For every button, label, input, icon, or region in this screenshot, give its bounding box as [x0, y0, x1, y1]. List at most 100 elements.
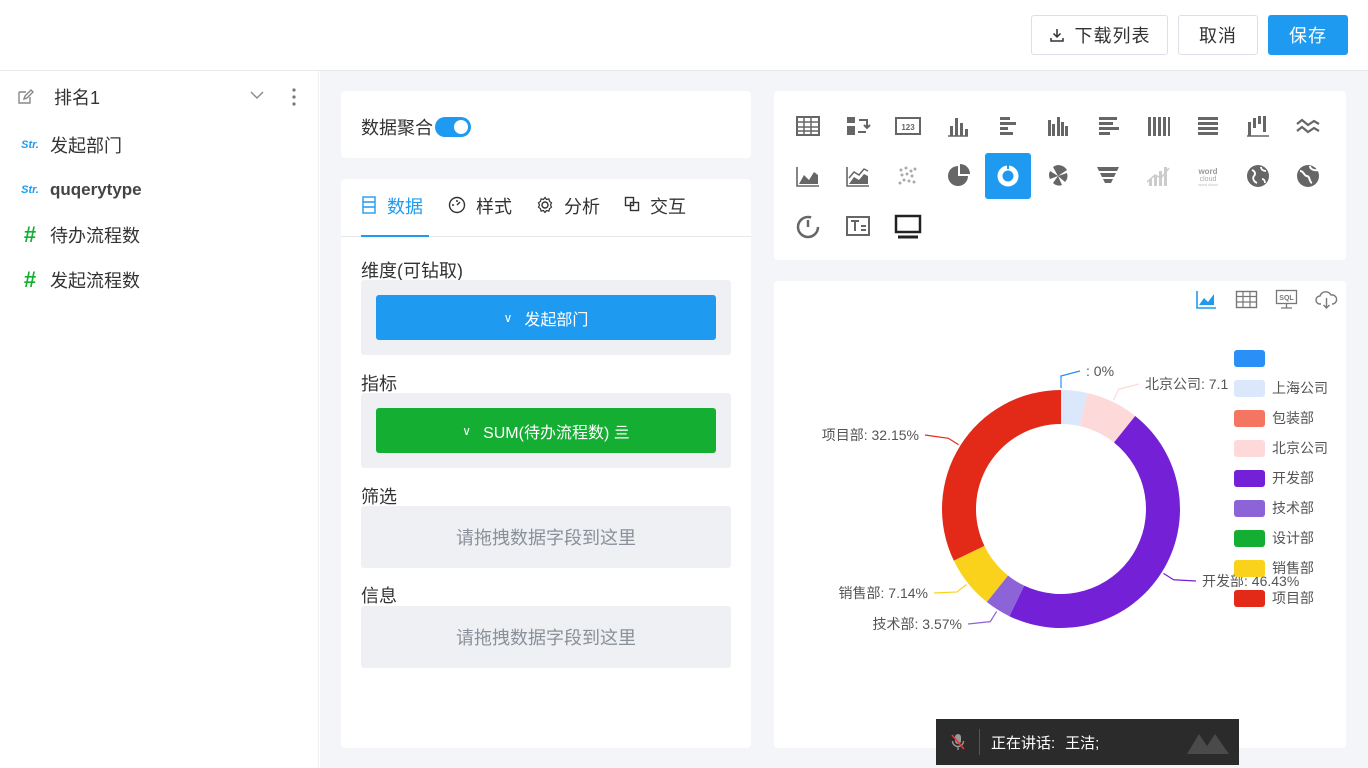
chart-type-rose-icon[interactable] — [1035, 153, 1081, 199]
field-label: 发起部门 — [50, 136, 122, 156]
legend-swatch — [1234, 529, 1265, 547]
chart-type-waterfall-icon[interactable] — [1235, 103, 1281, 149]
legend-swatch — [1234, 499, 1265, 517]
chart-legend: 上海公司包装部北京公司开发部技术部设计部销售部项目部 — [1234, 348, 1344, 678]
chart-type-gauge-icon[interactable] — [785, 203, 831, 249]
top-toolbar: 下载列表 取消 保存 — [0, 0, 1368, 71]
chart-type-stacked-area-icon[interactable] — [835, 153, 881, 199]
field-item[interactable]: # 发起流程数 — [0, 260, 319, 300]
legend-swatch — [1234, 439, 1265, 457]
info-dropzone[interactable]: 请拖拽数据字段到这里 — [361, 606, 731, 668]
dataset-title: 排名1 — [54, 88, 101, 108]
filter-dropzone[interactable]: 请拖拽数据字段到这里 — [361, 506, 731, 568]
chart-type-pivot-table-icon[interactable] — [835, 103, 881, 149]
label-line — [1112, 383, 1140, 401]
data-icon — [362, 196, 376, 214]
main-area: 数据聚合 数据 样式 分析 交互 维度(可钻取) ∨ 发起部门 指标 ∨ SUM… — [320, 71, 1368, 768]
speaker-name: 王洁; — [1065, 734, 1100, 752]
tab-interaction[interactable]: 交互 — [624, 193, 686, 237]
download-icon — [1049, 29, 1064, 42]
tab-data[interactable]: 数据 — [361, 193, 429, 237]
legend-swatch — [1234, 379, 1265, 397]
donut-slice[interactable] — [1009, 415, 1181, 628]
legend-item[interactable]: 开发部 — [1234, 468, 1314, 488]
chevron-down-icon[interactable]: ∨ — [462, 424, 471, 438]
legend-swatch — [1234, 589, 1265, 607]
legend-item[interactable]: 技术部 — [1234, 498, 1314, 518]
chart-type-word-cloud-icon[interactable]: word cloud word cloud — [1185, 153, 1231, 199]
mic-muted-icon[interactable] — [936, 729, 980, 755]
cancel-button[interactable]: 取消 — [1178, 15, 1258, 55]
chart-type-percent-bar-icon[interactable] — [1185, 103, 1231, 149]
chart-type-scatter-icon[interactable] — [885, 153, 931, 199]
dimension-pill[interactable]: ∨ 发起部门 — [376, 295, 716, 340]
chevron-down-icon[interactable] — [249, 87, 265, 108]
legend-item[interactable]: 设计部 — [1234, 528, 1314, 548]
download-list-button[interactable]: 下载列表 — [1031, 15, 1168, 55]
tab-label: 交互 — [650, 197, 686, 217]
metric-pill[interactable]: ∨ SUM(待办流程数) 亖 — [376, 408, 716, 453]
tab-analysis[interactable]: 分析 — [536, 193, 600, 237]
chart-type-dual-line-icon[interactable] — [1285, 103, 1331, 149]
chart-type-grouped-column-icon[interactable] — [1035, 103, 1081, 149]
style-icon — [448, 196, 466, 214]
info-placeholder: 请拖拽数据字段到这里 — [456, 628, 636, 648]
aggregation-toggle[interactable] — [435, 117, 471, 137]
legend-item[interactable] — [1234, 348, 1272, 368]
chart-type-screen-icon[interactable] — [885, 203, 931, 249]
slice-label: : 0% — [1086, 363, 1114, 379]
chart-type-area-icon[interactable] — [785, 153, 831, 199]
dimension-dropzone[interactable]: ∨ 发起部门 — [361, 280, 731, 355]
chart-type-number-card-icon[interactable]: 123 — [885, 103, 931, 149]
chart-type-table-icon[interactable] — [785, 103, 831, 149]
chart-type-stacked-bar-icon[interactable] — [1085, 103, 1131, 149]
svg-text:word cloud: word cloud — [1198, 182, 1217, 187]
chart-type-text-icon[interactable] — [835, 203, 881, 249]
download-list-label: 下载列表 — [1074, 26, 1151, 46]
legend-item[interactable]: 上海公司 — [1234, 378, 1328, 398]
chart-type-bar-icon[interactable] — [985, 103, 1031, 149]
field-item[interactable]: Str. 发起部门 — [0, 125, 319, 165]
chart-type-pie-icon[interactable] — [935, 153, 981, 199]
legend-swatch — [1234, 349, 1265, 367]
field-sidebar: 排名1 Str. 发起部门 Str. quqerytype # 待办流程数 # … — [0, 71, 319, 768]
chart-type-map-icon[interactable] — [1235, 153, 1281, 199]
watermark-logo — [1185, 728, 1233, 760]
metric-dropzone[interactable]: ∨ SUM(待办流程数) 亖 — [361, 393, 731, 468]
svg-text:word: word — [1197, 167, 1217, 176]
legend-swatch — [1234, 409, 1265, 427]
legend-item[interactable]: 销售部 — [1234, 558, 1314, 578]
chart-type-gradient-bar-icon[interactable] — [1135, 153, 1181, 199]
field-label: 发起流程数 — [50, 271, 140, 291]
legend-item[interactable]: 包装部 — [1234, 408, 1314, 428]
legend-item[interactable]: 项目部 — [1234, 588, 1314, 608]
info-title: 信息 — [361, 586, 397, 606]
aggregation-label: 数据聚合 — [361, 118, 433, 138]
chart-type-donut-icon[interactable] — [985, 153, 1031, 199]
chart-type-3d-map-icon[interactable] — [1285, 153, 1331, 199]
edit-icon[interactable] — [0, 88, 50, 106]
chart-type-percent-column-icon[interactable] — [1135, 103, 1181, 149]
config-card: 数据 样式 分析 交互 维度(可钻取) ∨ 发起部门 指标 ∨ SUM(待办流程… — [341, 179, 751, 748]
legend-label: 上海公司 — [1272, 380, 1328, 396]
filter-placeholder: 请拖拽数据字段到这里 — [456, 528, 636, 548]
dataset-header: 排名1 — [0, 77, 319, 117]
label-line — [1060, 370, 1081, 388]
save-label: 保存 — [1289, 26, 1327, 46]
field-item[interactable]: Str. quqerytype — [0, 170, 319, 210]
legend-swatch — [1234, 469, 1265, 487]
donut-slice[interactable] — [942, 390, 1061, 561]
save-button[interactable]: 保存 — [1268, 15, 1348, 55]
chart-type-column-icon[interactable] — [935, 103, 981, 149]
aggregation-card: 数据聚合 — [341, 91, 751, 158]
tab-style[interactable]: 样式 — [448, 193, 512, 237]
chevron-down-icon[interactable]: ∨ — [504, 311, 513, 325]
legend-swatch — [1234, 559, 1265, 577]
legend-label: 销售部 — [1272, 560, 1314, 576]
field-item[interactable]: # 待办流程数 — [0, 215, 319, 255]
more-options-icon[interactable] — [289, 87, 299, 112]
legend-item[interactable]: 北京公司 — [1234, 438, 1328, 458]
chart-type-funnel-icon[interactable] — [1085, 153, 1131, 199]
chart-preview-card: SQL : 0% 北京公司: 7.1 项目部: 32.15% 开发部: 46.43% 销… — [774, 281, 1346, 748]
field-label: 待办流程数 — [50, 226, 140, 246]
